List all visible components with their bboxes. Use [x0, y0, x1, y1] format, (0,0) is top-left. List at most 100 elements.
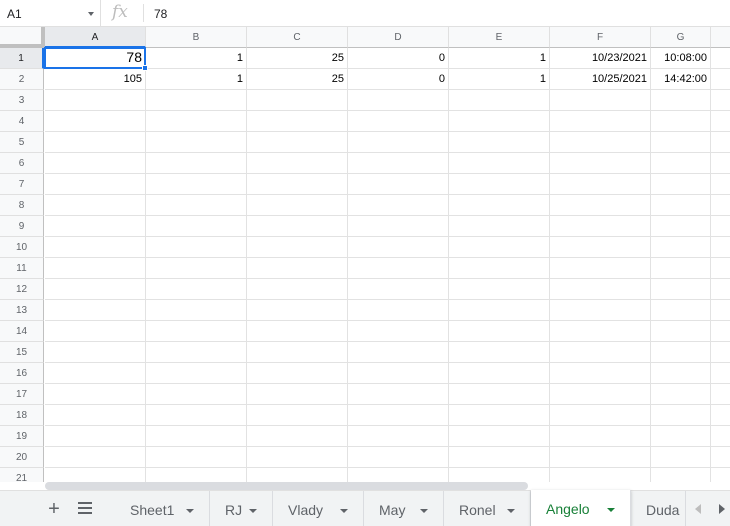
chevron-down-icon[interactable] — [249, 509, 257, 513]
cell-d14[interactable] — [348, 321, 449, 342]
cell-c18[interactable] — [247, 405, 348, 426]
cell-d18[interactable] — [348, 405, 449, 426]
cell-a13[interactable] — [45, 300, 146, 321]
cell-b5[interactable] — [146, 132, 247, 153]
cell-d15[interactable] — [348, 342, 449, 363]
cell-overflow[interactable] — [711, 132, 730, 153]
cell-e17[interactable] — [449, 384, 550, 405]
sheet-tab-angelo[interactable]: Angelo — [531, 490, 631, 526]
name-box[interactable]: A1 — [0, 0, 101, 26]
cell-e12[interactable] — [449, 279, 550, 300]
cell-overflow[interactable] — [711, 363, 730, 384]
cell-a15[interactable] — [45, 342, 146, 363]
cell-d12[interactable] — [348, 279, 449, 300]
cell-overflow[interactable] — [711, 216, 730, 237]
cell-c19[interactable] — [247, 426, 348, 447]
cell-g19[interactable] — [651, 426, 711, 447]
cell-f5[interactable] — [550, 132, 651, 153]
cell-overflow[interactable] — [711, 468, 730, 482]
cell-e4[interactable] — [449, 111, 550, 132]
cell-g13[interactable] — [651, 300, 711, 321]
column-header-overflow[interactable] — [711, 27, 730, 48]
row-header-14[interactable]: 14 — [0, 321, 44, 342]
cell-g8[interactable] — [651, 195, 711, 216]
cell-b2[interactable]: 1 — [146, 69, 247, 90]
cell-a8[interactable] — [45, 195, 146, 216]
cell-d11[interactable] — [348, 258, 449, 279]
cell-overflow[interactable] — [711, 300, 730, 321]
cell-c10[interactable] — [247, 237, 348, 258]
cell-e2[interactable]: 1 — [449, 69, 550, 90]
cell-d3[interactable] — [348, 90, 449, 111]
tabs-scroll-right-button[interactable] — [710, 491, 730, 526]
cell-e20[interactable] — [449, 447, 550, 468]
cell-overflow[interactable] — [711, 153, 730, 174]
row-header-17[interactable]: 17 — [0, 384, 44, 405]
cell-c4[interactable] — [247, 111, 348, 132]
row-header-6[interactable]: 6 — [0, 153, 44, 174]
cell-b14[interactable] — [146, 321, 247, 342]
cell-b21[interactable] — [146, 468, 247, 482]
cell-a7[interactable] — [45, 174, 146, 195]
cell-a6[interactable] — [45, 153, 146, 174]
row-header-5[interactable]: 5 — [0, 132, 44, 153]
cell-overflow[interactable] — [711, 321, 730, 342]
cell-c2[interactable]: 25 — [247, 69, 348, 90]
cell-b8[interactable] — [146, 195, 247, 216]
chevron-down-icon[interactable] — [420, 509, 428, 513]
column-header-e[interactable]: E — [449, 27, 550, 48]
row-header-8[interactable]: 8 — [0, 195, 44, 216]
cell-d19[interactable] — [348, 426, 449, 447]
cell-g3[interactable] — [651, 90, 711, 111]
cell-b17[interactable] — [146, 384, 247, 405]
row-header-7[interactable]: 7 — [0, 174, 44, 195]
row-header-19[interactable]: 19 — [0, 426, 44, 447]
cell-e6[interactable] — [449, 153, 550, 174]
cell-e1[interactable]: 1 — [449, 48, 550, 69]
cell-f12[interactable] — [550, 279, 651, 300]
cell-g4[interactable] — [651, 111, 711, 132]
cell-f8[interactable] — [550, 195, 651, 216]
row-header-20[interactable]: 20 — [0, 447, 44, 468]
cell-c21[interactable] — [247, 468, 348, 482]
cell-e15[interactable] — [449, 342, 550, 363]
cell-d9[interactable] — [348, 216, 449, 237]
cell-b19[interactable] — [146, 426, 247, 447]
row-header-10[interactable]: 10 — [0, 237, 44, 258]
cell-f9[interactable] — [550, 216, 651, 237]
chevron-down-icon[interactable] — [88, 12, 94, 16]
cell-c11[interactable] — [247, 258, 348, 279]
cell-overflow[interactable] — [711, 237, 730, 258]
cell-f4[interactable] — [550, 111, 651, 132]
cell-f11[interactable] — [550, 258, 651, 279]
cell-d4[interactable] — [348, 111, 449, 132]
cell-a1[interactable]: 78 — [44, 47, 146, 69]
cell-d16[interactable] — [348, 363, 449, 384]
row-header-11[interactable]: 11 — [0, 258, 44, 279]
row-header-21[interactable]: 21 — [0, 468, 44, 482]
cell-g14[interactable] — [651, 321, 711, 342]
cell-overflow[interactable] — [711, 342, 730, 363]
cell-overflow[interactable] — [711, 279, 730, 300]
all-sheets-button[interactable] — [78, 502, 92, 514]
row-header-3[interactable]: 3 — [0, 90, 44, 111]
sheet-tab-rj[interactable]: RJ — [210, 491, 273, 526]
cell-overflow[interactable] — [711, 258, 730, 279]
cell-c20[interactable] — [247, 447, 348, 468]
cell-overflow[interactable] — [711, 111, 730, 132]
cell-g18[interactable] — [651, 405, 711, 426]
cell-b7[interactable] — [146, 174, 247, 195]
cell-e8[interactable] — [449, 195, 550, 216]
name-box-value[interactable]: A1 — [7, 7, 22, 21]
cell-c17[interactable] — [247, 384, 348, 405]
cell-d20[interactable] — [348, 447, 449, 468]
cell-d2[interactable]: 0 — [348, 69, 449, 90]
cell-a11[interactable] — [45, 258, 146, 279]
cell-overflow[interactable] — [711, 174, 730, 195]
cell-g6[interactable] — [651, 153, 711, 174]
cell-a12[interactable] — [45, 279, 146, 300]
cell-d21[interactable] — [348, 468, 449, 482]
cell-e13[interactable] — [449, 300, 550, 321]
sheet-tab-sheet1[interactable]: Sheet1 — [115, 491, 210, 526]
cell-a20[interactable] — [45, 447, 146, 468]
